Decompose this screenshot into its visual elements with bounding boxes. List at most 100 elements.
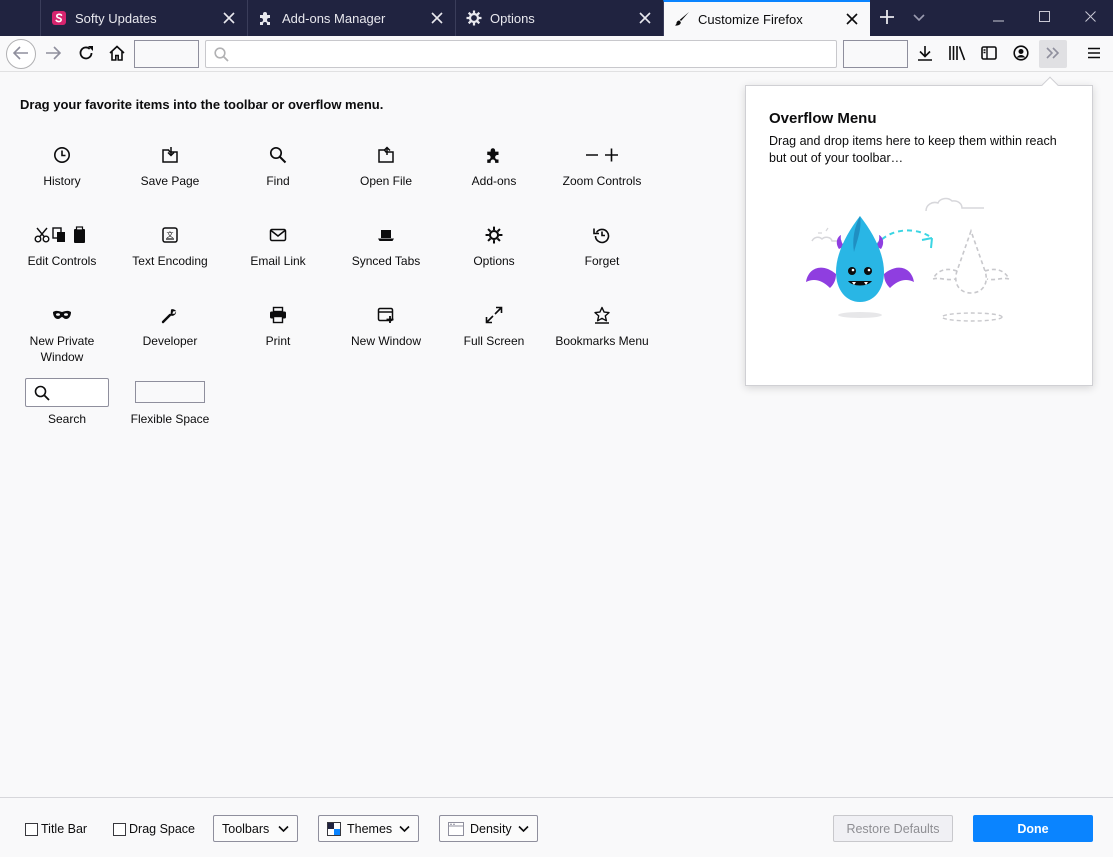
new-window-icon: [332, 305, 440, 325]
forward-button[interactable]: [39, 40, 67, 68]
minimize-icon: [992, 11, 1004, 25]
home-icon: [109, 44, 125, 64]
overflow-panel-title: Overflow Menu: [769, 110, 877, 127]
close-icon[interactable]: [221, 10, 237, 26]
url-bar[interactable]: [205, 40, 837, 68]
palette-item-history[interactable]: History: [8, 145, 116, 189]
palette-item-forget[interactable]: Forget: [548, 225, 656, 269]
overflow-panel-description: Drag and drop items here to keep them wi…: [769, 134, 1057, 165]
palette-item-zoom-controls[interactable]: Zoom Controls: [548, 145, 656, 189]
reload-button[interactable]: [72, 40, 100, 68]
palette-item-text-encoding[interactable]: 文 Text Encoding: [116, 225, 224, 269]
tab-label: Softy Updates: [75, 10, 157, 26]
palette-flexible-space-widget[interactable]: [135, 381, 205, 403]
menu-icon: [1087, 47, 1101, 62]
palette-item-options[interactable]: Options: [440, 225, 548, 269]
done-button[interactable]: Done: [973, 815, 1093, 842]
chevron-down-icon: [913, 11, 925, 25]
zoom-icon: [548, 145, 656, 165]
palette-item-open-file[interactable]: Open File: [332, 145, 440, 189]
palette-item-developer[interactable]: Developer: [116, 305, 224, 349]
forget-icon: [548, 225, 656, 245]
panel-arrow: [1041, 76, 1059, 94]
magnifier-icon: [224, 145, 332, 165]
density-dropdown[interactable]: Density: [439, 815, 538, 842]
overflow-menu-panel[interactable]: Overflow Menu Drag and drop items here t…: [745, 76, 1093, 386]
gear-icon: [440, 225, 548, 245]
toolbars-label: Toolbars: [222, 821, 270, 836]
palette-item-bookmarks-menu[interactable]: Bookmarks Menu: [548, 305, 656, 349]
open-file-icon: [332, 145, 440, 165]
star-menu-icon: [548, 305, 656, 325]
checkbox-box[interactable]: [113, 822, 126, 836]
close-icon[interactable]: [637, 10, 653, 26]
list-all-tabs-button[interactable]: [903, 0, 935, 36]
palette-item-save-page[interactable]: Save Page: [116, 145, 224, 189]
tab-label: Options: [490, 10, 535, 26]
palette-item-full-screen[interactable]: Full Screen: [440, 305, 548, 349]
sidebar-button[interactable]: [975, 40, 1003, 68]
printer-icon: [224, 305, 332, 325]
maximize-button[interactable]: [1021, 0, 1067, 36]
density-icon: [448, 821, 464, 836]
themes-dropdown[interactable]: Themes: [318, 815, 419, 842]
palette-item-addons[interactable]: Add-ons: [440, 145, 548, 189]
minimize-button[interactable]: [975, 0, 1021, 36]
envelope-icon: [224, 225, 332, 245]
checkbox-box[interactable]: [25, 822, 38, 836]
navigation-toolbar: [0, 36, 1113, 72]
palette-item-label: Print: [265, 334, 291, 348]
palette-search-widget[interactable]: [25, 378, 109, 407]
toolbars-dropdown[interactable]: Toolbars: [213, 815, 298, 842]
overflow-chevrons-icon: [1046, 46, 1060, 62]
palette-item-label: Options: [473, 254, 515, 268]
tab-options[interactable]: Options: [455, 0, 663, 36]
toolbar-flexible-space[interactable]: [134, 40, 199, 68]
tab-addons-manager[interactable]: Add-ons Manager: [247, 0, 455, 36]
palette-item-print[interactable]: Print: [224, 305, 332, 349]
back-button[interactable]: [6, 39, 36, 69]
drag-space-label: Drag Space: [129, 822, 196, 836]
palette-item-new-window[interactable]: New Window: [332, 305, 440, 349]
tab-softy-updates[interactable]: Softy Updates: [40, 0, 247, 36]
save-page-icon: [116, 145, 224, 165]
window-close-button[interactable]: [1067, 0, 1113, 36]
wrench-icon: [116, 305, 224, 325]
restore-defaults-button[interactable]: Restore Defaults: [833, 815, 953, 842]
drag-space-checkbox[interactable]: Drag Space: [113, 822, 195, 836]
title-bar-checkbox[interactable]: Title Bar: [25, 822, 87, 836]
mask-icon: [8, 305, 116, 325]
sidebar-icon: [981, 45, 997, 63]
palette-item-email-link[interactable]: Email Link: [224, 225, 332, 269]
close-icon[interactable]: [844, 11, 860, 27]
tab-customize-firefox[interactable]: Customize Firefox: [663, 0, 870, 36]
home-button[interactable]: [103, 40, 131, 68]
downloads-button[interactable]: [911, 40, 939, 68]
account-button[interactable]: [1007, 40, 1035, 68]
maximize-icon: [1038, 11, 1050, 25]
library-icon: [948, 45, 966, 64]
overflow-menu-button[interactable]: [1039, 40, 1067, 68]
title-bar-label: Title Bar: [41, 822, 88, 836]
app-menu-button[interactable]: [1080, 40, 1108, 68]
toolbar-flexible-space[interactable]: [843, 40, 908, 68]
palette-item-synced-tabs[interactable]: Synced Tabs: [332, 225, 440, 269]
palette-item-find[interactable]: Find: [224, 145, 332, 189]
density-label: Density: [470, 821, 512, 836]
download-icon: [917, 45, 933, 64]
puzzle-icon: [440, 145, 548, 165]
palette-item-label: Bookmarks Menu: [555, 334, 649, 348]
customize-footer: Title Bar Drag Space Toolbars Themes Den…: [0, 797, 1113, 857]
palette-title: Drag your favorite items into the toolba…: [20, 97, 384, 112]
palette-item-label: Save Page: [140, 174, 200, 188]
close-icon[interactable]: [429, 10, 445, 26]
library-button[interactable]: [943, 40, 971, 68]
palette-item-edit-controls[interactable]: Edit Controls: [8, 225, 116, 269]
text-encoding-icon: 文: [116, 225, 224, 245]
palette-item-label: Add-ons: [471, 174, 517, 188]
palette-item-label: Find: [266, 174, 290, 188]
palette-item-label: Developer: [142, 334, 198, 348]
palette-item-new-private-window[interactable]: New Private Window: [8, 305, 116, 365]
paintbrush-icon: [674, 11, 690, 27]
new-tab-button[interactable]: [871, 0, 903, 36]
